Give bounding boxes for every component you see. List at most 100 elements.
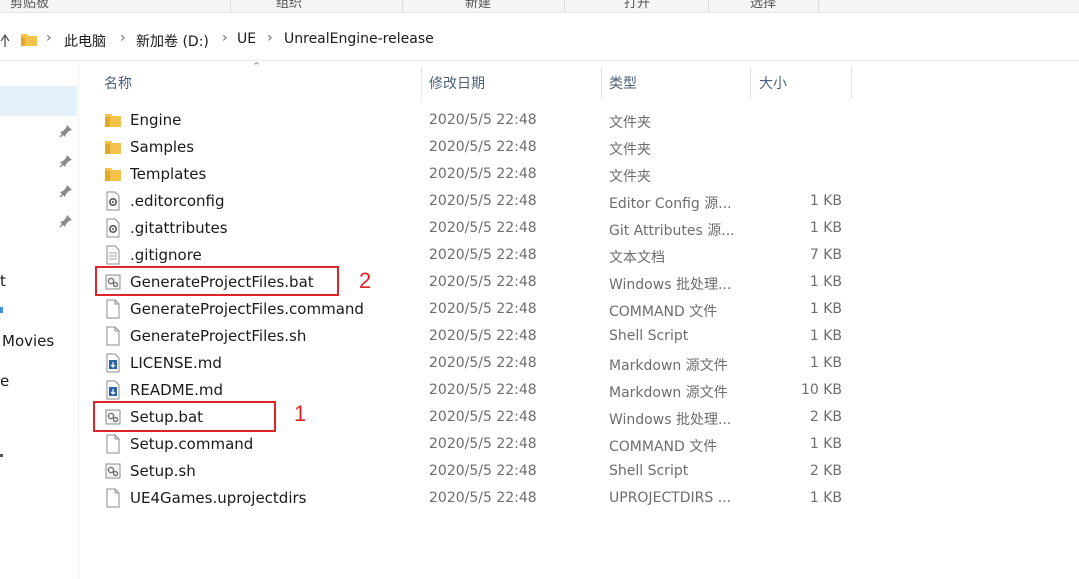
blank-file-icon — [104, 299, 122, 319]
blank-file-icon — [104, 326, 122, 346]
file-date: 2020/5/5 22:48 — [429, 139, 537, 155]
column-divider[interactable] — [750, 66, 751, 98]
file-type: Windows 批处理... — [609, 412, 732, 428]
nav-item-marker — [0, 454, 3, 457]
ribbon-divider — [402, 0, 403, 12]
highlight-box-1 — [93, 401, 276, 432]
file-date: 2020/5/5 22:48 — [429, 247, 537, 263]
breadcrumb-ue[interactable]: UE — [237, 31, 256, 47]
column-header-name[interactable]: 名称 — [104, 73, 132, 93]
file-name: GenerateProjectFiles.sh — [130, 327, 307, 345]
column-header-size[interactable]: 大小 — [759, 73, 787, 93]
ribbon-divider — [564, 0, 565, 12]
file-type: 文件夹 — [609, 169, 651, 185]
highlight-box-2 — [95, 266, 339, 296]
file-type: Windows 批处理... — [609, 277, 732, 293]
file-size: 1 KB — [809, 490, 842, 506]
file-size: 1 KB — [809, 436, 842, 452]
file-date: 2020/5/5 22:48 — [429, 463, 537, 479]
file-row[interactable]: .gitattributes 2020/5/5 22:48 Git Attrib… — [96, 215, 856, 242]
annotation-number-2: 2 — [359, 268, 372, 293]
file-row[interactable]: Templates 2020/5/5 22:48 文件夹 — [96, 161, 856, 188]
file-type: 文件夹 — [609, 142, 651, 158]
column-header-date[interactable]: 修改日期 — [429, 73, 485, 93]
file-row[interactable]: Engine 2020/5/5 22:48 文件夹 — [96, 107, 856, 134]
column-header-type[interactable]: 类型 — [609, 73, 637, 93]
file-date: 2020/5/5 22:48 — [429, 436, 537, 452]
column-divider[interactable] — [601, 66, 602, 98]
pin-icon[interactable] — [59, 184, 73, 198]
address-bar[interactable]: › 此电脑 › 新加卷 (D:) › UE › UnrealEngine-rel… — [0, 20, 1079, 61]
ribbon-group-select: 选择 — [750, 0, 777, 11]
file-name: Setup.sh — [130, 462, 196, 480]
file-name: .gitignore — [130, 246, 202, 264]
file-row[interactable]: Setup.command 2020/5/5 22:48 COMMAND 文件 … — [96, 431, 856, 458]
config-file-icon — [104, 191, 122, 211]
column-divider[interactable] — [421, 66, 422, 98]
file-size: 2 KB — [809, 409, 842, 425]
file-name: LICENSE.md — [130, 354, 222, 372]
folder-icon — [104, 110, 122, 130]
breadcrumb-drive-d[interactable]: 新加卷 (D:) — [136, 31, 209, 51]
sort-ascending-icon[interactable]: ⌃ — [252, 60, 261, 73]
file-type: UPROJECTDIRS ... — [609, 490, 732, 506]
breadcrumb-chevron-icon: › — [46, 30, 52, 46]
blank-file-icon — [104, 488, 122, 508]
breadcrumb-this-pc[interactable]: 此电脑 — [64, 31, 106, 51]
file-date: 2020/5/5 22:48 — [429, 490, 537, 506]
file-name: GenerateProjectFiles.command — [130, 300, 364, 318]
file-row[interactable]: .gitignore 2020/5/5 22:48 文本文档 7 KB — [96, 242, 856, 269]
file-date: 2020/5/5 22:48 — [429, 409, 537, 425]
ribbon-group-labels: 剪贴板 组织 新建 打开 选择 — [0, 0, 1079, 13]
file-row[interactable]: LICENSE.md 2020/5/5 22:48 Markdown 源文件 1… — [96, 350, 856, 377]
file-row[interactable]: GenerateProjectFiles.sh 2020/5/5 22:48 S… — [96, 323, 856, 350]
file-date: 2020/5/5 22:48 — [429, 382, 537, 398]
breadcrumb-chevron-icon: › — [120, 30, 126, 46]
file-type: Markdown 源文件 — [609, 385, 728, 401]
config-file-icon — [104, 218, 122, 238]
file-name: Engine — [130, 111, 182, 129]
nav-item-movies[interactable]: Movies — [2, 332, 54, 350]
file-size: 1 KB — [809, 220, 842, 236]
ribbon-group-new: 新建 — [465, 0, 492, 11]
ribbon-group-clipboard: 剪贴板 — [10, 0, 50, 11]
file-size: 1 KB — [809, 355, 842, 371]
file-type: Git Attributes 源... — [609, 223, 735, 239]
file-date: 2020/5/5 22:48 — [429, 112, 537, 128]
file-row[interactable]: UE4Games.uprojectdirs 2020/5/5 22:48 UPR… — [96, 485, 856, 512]
file-size: 2 KB — [809, 463, 842, 479]
file-date: 2020/5/5 22:48 — [429, 220, 537, 236]
file-row[interactable]: Setup.sh 2020/5/5 22:48 Shell Script 2 K… — [96, 458, 856, 485]
breadcrumb-chevron-icon: › — [222, 30, 228, 46]
markdown-file-icon — [104, 380, 122, 400]
file-type: Shell Script — [609, 328, 689, 344]
ribbon-divider — [818, 0, 819, 12]
file-name: README.md — [130, 381, 224, 399]
pin-icon[interactable] — [59, 214, 73, 228]
file-name: .editorconfig — [130, 192, 225, 210]
file-name: UE4Games.uprojectdirs — [130, 489, 307, 507]
file-size: 1 KB — [809, 301, 842, 317]
folder-icon — [104, 137, 122, 157]
pin-icon[interactable] — [59, 154, 73, 168]
up-arrow-icon[interactable] — [0, 32, 10, 48]
file-row[interactable]: README.md 2020/5/5 22:48 Markdown 源文件 10… — [96, 377, 856, 404]
nav-item-label[interactable]: e — [0, 372, 9, 390]
column-divider[interactable] — [851, 66, 852, 98]
file-row[interactable]: .editorconfig 2020/5/5 22:48 Editor Conf… — [96, 188, 856, 215]
file-name: Setup.command — [130, 435, 254, 453]
nav-item-selected[interactable] — [0, 86, 77, 116]
pin-icon[interactable] — [59, 124, 73, 138]
ribbon-group-open: 打开 — [624, 0, 651, 11]
file-size: 7 KB — [809, 247, 842, 263]
blank-file-icon — [104, 434, 122, 454]
file-size: 1 KB — [809, 328, 842, 344]
nav-item-label[interactable]: t — [0, 272, 6, 290]
file-row[interactable]: GenerateProjectFiles.command 2020/5/5 22… — [96, 296, 856, 323]
breadcrumb-current-folder[interactable]: UnrealEngine-release — [284, 31, 434, 47]
ribbon-divider — [708, 0, 709, 12]
file-name: Templates — [130, 165, 207, 183]
batch-file-icon — [104, 461, 122, 481]
file-row[interactable]: Samples 2020/5/5 22:48 文件夹 — [96, 134, 856, 161]
navigation-pane: t Movies e — [0, 62, 79, 579]
